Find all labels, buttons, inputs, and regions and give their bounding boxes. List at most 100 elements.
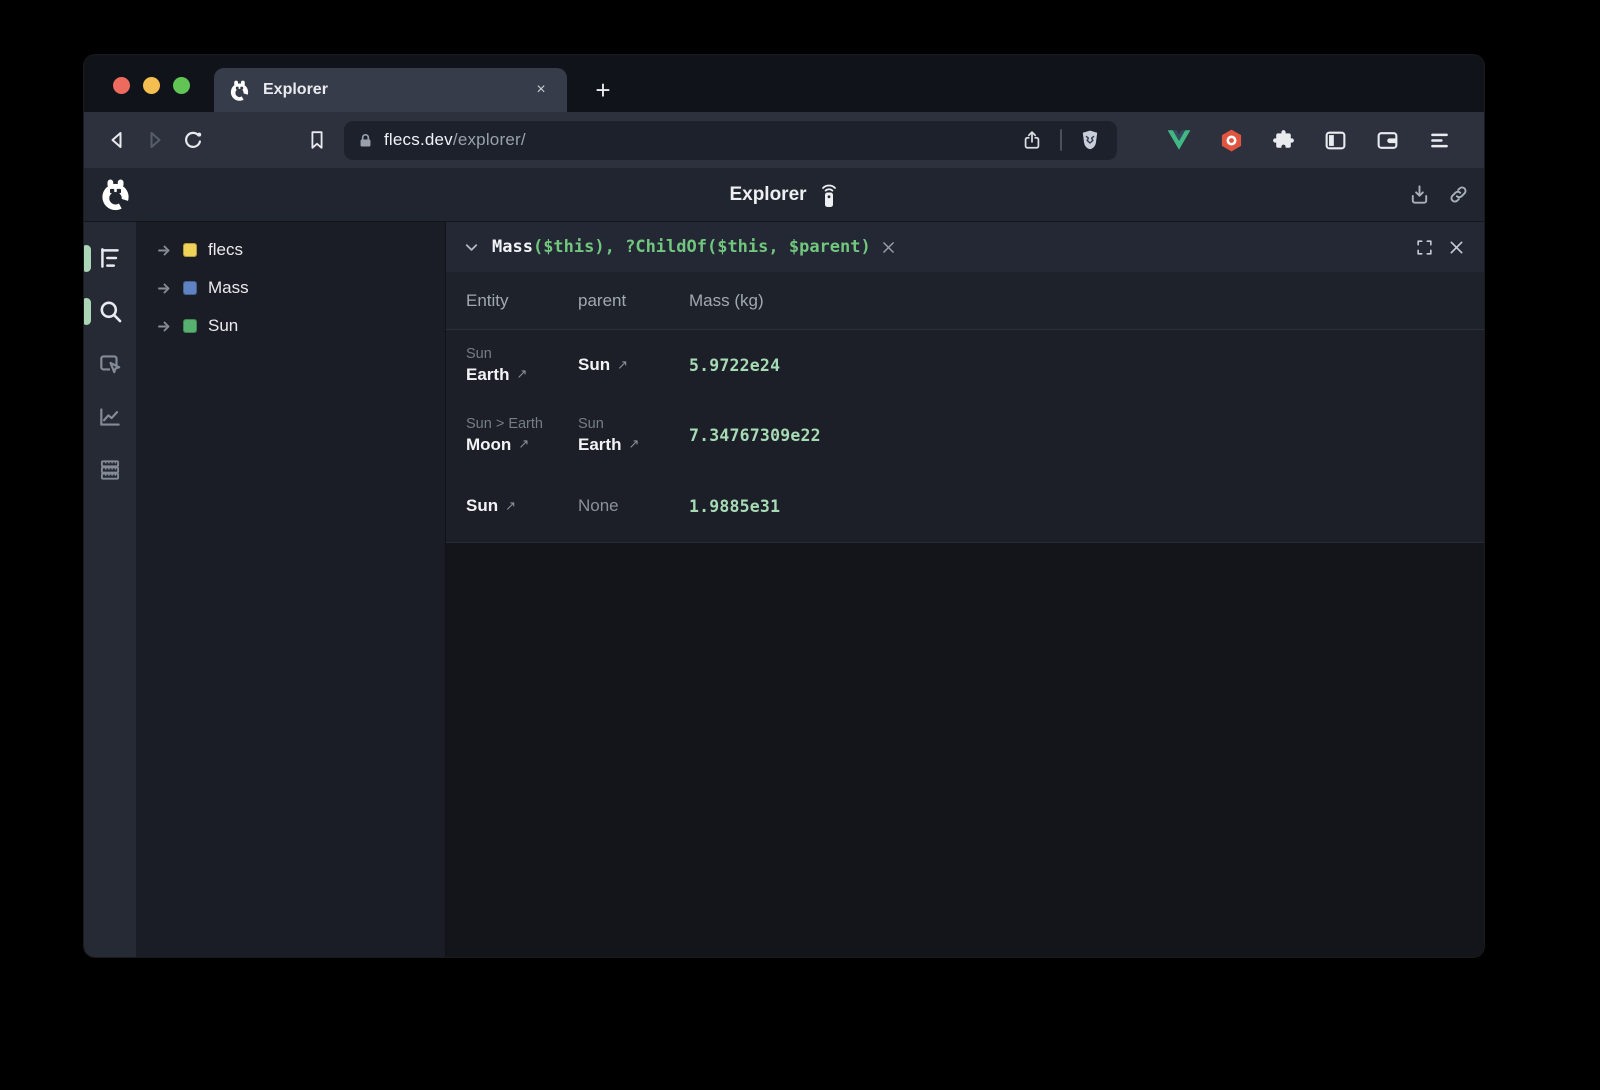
copy-link-icon[interactable] <box>1447 183 1470 206</box>
explorer-app-header: Explorer <box>84 168 1484 222</box>
vue-devtools-extension-icon[interactable] <box>1165 126 1193 154</box>
wallet-icon[interactable] <box>1373 126 1401 154</box>
external-link-icon: ↗ <box>505 499 516 514</box>
new-tab-button[interactable]: + <box>584 71 622 109</box>
url-bar-separator <box>1060 129 1062 151</box>
expand-arrow-icon[interactable] <box>157 319 174 334</box>
query-args: ($this) <box>533 237 605 257</box>
tree-item-mass[interactable]: Mass <box>136 269 445 307</box>
query-clear-icon[interactable] <box>880 239 897 256</box>
entity-link[interactable]: Sun ↗ <box>466 496 578 516</box>
entity-parent-path: Sun > Earth <box>466 416 578 432</box>
stats-panel-button[interactable] <box>93 400 127 434</box>
column-header-parent: parent <box>578 291 689 311</box>
extension-icons <box>1165 126 1453 154</box>
table-row: Sun > Earth Moon ↗ Sun Earth ↗ 7.34767309e… <box>446 400 1484 470</box>
mass-value: 7.34767309e22 <box>689 426 1484 445</box>
share-icon[interactable] <box>1018 126 1046 154</box>
forward-button[interactable] <box>136 121 174 159</box>
tree-panel-button[interactable] <box>93 241 127 275</box>
tree-item-flecs[interactable]: flecs <box>136 231 445 269</box>
active-panel-indicator <box>84 298 91 325</box>
extensions-puzzle-icon[interactable] <box>1269 126 1297 154</box>
entity-link[interactable]: Moon ↗ <box>466 435 578 455</box>
window-close-button[interactable] <box>113 77 130 94</box>
query-optional-term: ?ChildOf($this, $parent) <box>625 237 871 257</box>
entity-parent-path: Sun <box>466 346 578 362</box>
chevron-down-icon[interactable] <box>462 238 481 257</box>
external-link-icon: ↗ <box>516 367 527 382</box>
inspect-panel-button[interactable] <box>93 347 127 381</box>
results-empty-area <box>446 543 1484 957</box>
query-bar: Mass($this), ?ChildOf($this, $parent) <box>446 222 1484 272</box>
table-row: Sun ↗ None 1.9885e31 <box>446 470 1484 543</box>
active-panel-indicator <box>84 245 91 272</box>
mass-value: 5.9722e24 <box>689 356 1484 375</box>
main-content: flecs Mass Sun <box>84 222 1484 957</box>
entity-name: Moon <box>466 435 511 455</box>
parent-link[interactable]: Sun ↗ <box>578 355 689 375</box>
flecs-favicon <box>228 79 251 102</box>
external-link-icon: ↗ <box>518 437 529 452</box>
parent-none: None <box>578 496 689 516</box>
hexagon-extension-icon[interactable] <box>1217 126 1245 154</box>
query-input[interactable]: Mass($this), ?ChildOf($this, $parent) <box>492 237 871 257</box>
flecs-logo[interactable] <box>98 177 133 212</box>
tab-title: Explorer <box>263 81 529 99</box>
parent-parent-path: Sun <box>578 416 689 432</box>
sidebar-toggle-icon[interactable] <box>1321 126 1349 154</box>
entity-color-swatch <box>183 243 197 257</box>
url-domain: flecs.dev <box>384 130 453 149</box>
external-link-icon: ↗ <box>617 358 628 373</box>
external-link-icon: ↗ <box>628 437 639 452</box>
entity-link[interactable]: Earth ↗ <box>466 365 578 385</box>
browser-window: Explorer × + f <box>84 55 1484 957</box>
query-separator: , <box>605 237 625 257</box>
tool-rail <box>84 222 136 957</box>
parent-name: Earth <box>578 435 621 455</box>
reload-button[interactable] <box>174 121 212 159</box>
bookmark-icon[interactable] <box>298 121 336 159</box>
expand-arrow-icon[interactable] <box>157 281 174 296</box>
menu-icon[interactable] <box>1425 126 1453 154</box>
tree-item-label: flecs <box>208 240 243 260</box>
tab-close-icon[interactable]: × <box>529 78 553 102</box>
entity-name: Sun <box>466 496 498 516</box>
back-button[interactable] <box>98 121 136 159</box>
download-icon[interactable] <box>1408 183 1431 206</box>
lock-icon <box>357 132 374 149</box>
entity-color-swatch <box>183 281 197 295</box>
tree-item-label: Sun <box>208 316 238 336</box>
close-panel-icon[interactable] <box>1447 238 1466 257</box>
parent-name: Sun <box>578 355 610 375</box>
address-bar[interactable]: flecs.dev/explorer/ <box>344 121 1117 160</box>
window-minimize-button[interactable] <box>143 77 160 94</box>
mass-value: 1.9885e31 <box>689 497 1484 516</box>
remote-connection-icon <box>819 182 839 208</box>
brave-shield-icon[interactable] <box>1076 126 1104 154</box>
page-title: Explorer <box>729 184 806 206</box>
query-panel-button[interactable] <box>93 294 127 328</box>
entity-tree-panel: flecs Mass Sun <box>136 222 445 957</box>
entity-color-swatch <box>183 319 197 333</box>
browser-toolbar: flecs.dev/explorer/ <box>84 112 1484 168</box>
table-row: Sun Earth ↗ Sun ↗ 5.9722e24 <box>446 330 1484 400</box>
window-zoom-button[interactable] <box>173 77 190 94</box>
tab-bar: Explorer × + <box>84 55 1484 112</box>
tree-item-label: Mass <box>208 278 249 298</box>
table-header: Entity parent Mass (kg) <box>446 272 1484 330</box>
query-results-table: Entity parent Mass (kg) Sun Earth ↗ Sun ↗ … <box>446 272 1484 543</box>
column-header-mass: Mass (kg) <box>689 291 1484 311</box>
url-path: /explorer/ <box>453 130 526 149</box>
url-text: flecs.dev/explorer/ <box>384 130 526 150</box>
expand-arrow-icon[interactable] <box>157 243 174 258</box>
tables-panel-button[interactable] <box>93 453 127 487</box>
tree-item-sun[interactable]: Sun <box>136 307 445 345</box>
column-header-entity: Entity <box>446 291 578 311</box>
tab-explorer[interactable]: Explorer × <box>214 68 567 112</box>
query-component-name: Mass <box>492 237 533 257</box>
expand-panel-icon[interactable] <box>1415 238 1434 257</box>
entity-name: Earth <box>466 365 509 385</box>
query-panel: Mass($this), ?ChildOf($this, $parent) <box>445 222 1484 957</box>
parent-link[interactable]: Earth ↗ <box>578 435 689 455</box>
